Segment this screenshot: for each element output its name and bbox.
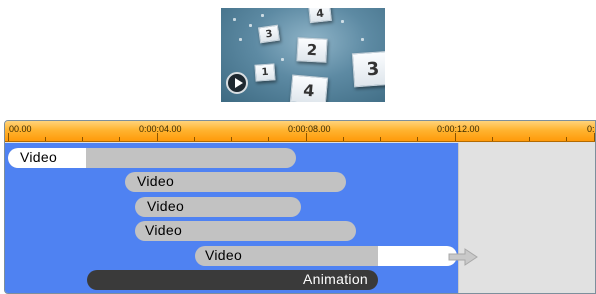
ruler-label: 0:00:04.00 [139, 124, 182, 134]
speck [261, 14, 264, 17]
speck [361, 38, 364, 41]
ruler-tick [8, 133, 9, 141]
speck [249, 24, 252, 27]
preview-card: 3 [257, 24, 281, 44]
ruler-tick [157, 133, 158, 141]
video-clip[interactable]: Video [195, 246, 457, 266]
preview-card: 3 [351, 50, 385, 88]
ruler-tick [594, 133, 595, 141]
ruler-tick [231, 137, 232, 141]
clip-label: Video [205, 247, 243, 263]
clip-label: Video [145, 222, 183, 238]
clip-label: Video [147, 198, 185, 214]
timeline: 00.00 0:00:04.00 0:00:08.00 0:00:12.00 0… [4, 120, 596, 294]
preview-thumbnail[interactable]: 4 3 2 1 4 3 [221, 8, 385, 102]
animation-clip[interactable]: Animation [87, 270, 378, 290]
video-clip[interactable]: Video [135, 221, 356, 241]
ruler-label: 0:00:08.00 [288, 124, 331, 134]
ruler-tick [306, 133, 307, 141]
speck [233, 18, 236, 21]
video-clip[interactable]: Video [135, 197, 301, 217]
ruler-tick [380, 137, 381, 141]
card-number: 4 [302, 80, 316, 100]
clip-label: Video [20, 149, 58, 165]
speck [281, 58, 284, 61]
ruler-tick [492, 137, 493, 141]
video-clip[interactable]: Video [125, 172, 346, 192]
ruler-tick [268, 137, 269, 141]
preview-card: 2 [296, 37, 328, 63]
card-number: 3 [366, 58, 380, 80]
timeline-empty-area [458, 143, 595, 293]
video-clip[interactable]: Video [8, 148, 296, 168]
clip-highlight [378, 246, 457, 266]
speck [341, 20, 344, 23]
card-number: 2 [306, 40, 318, 60]
ruler-tick [417, 137, 418, 141]
clip-label: Video [137, 173, 175, 189]
speck [239, 38, 242, 41]
arrow-right-icon [448, 248, 478, 266]
card-number: 4 [315, 8, 325, 20]
clip-label: Animation [303, 271, 368, 287]
ruler-label: 0: [587, 124, 595, 134]
preview-card: 4 [308, 8, 332, 24]
ruler-tick [529, 137, 530, 141]
timeline-ruler[interactable]: 00.00 0:00:04.00 0:00:08.00 0:00:12.00 0… [5, 121, 595, 142]
preview-card: 4 [289, 74, 329, 102]
preview-card: 1 [254, 63, 276, 82]
card-number: 1 [261, 66, 269, 79]
ruler-label: 00.00 [9, 124, 32, 134]
card-number: 3 [264, 28, 274, 40]
ruler-tick [119, 137, 120, 141]
ruler-tick [194, 137, 195, 141]
ruler-label: 0:00:12.00 [437, 124, 480, 134]
play-icon[interactable] [226, 72, 248, 94]
ruler-tick [45, 137, 46, 141]
ruler-tick [566, 137, 567, 141]
ruler-tick [82, 137, 83, 141]
ruler-tick [455, 133, 456, 141]
ruler-tick [343, 137, 344, 141]
